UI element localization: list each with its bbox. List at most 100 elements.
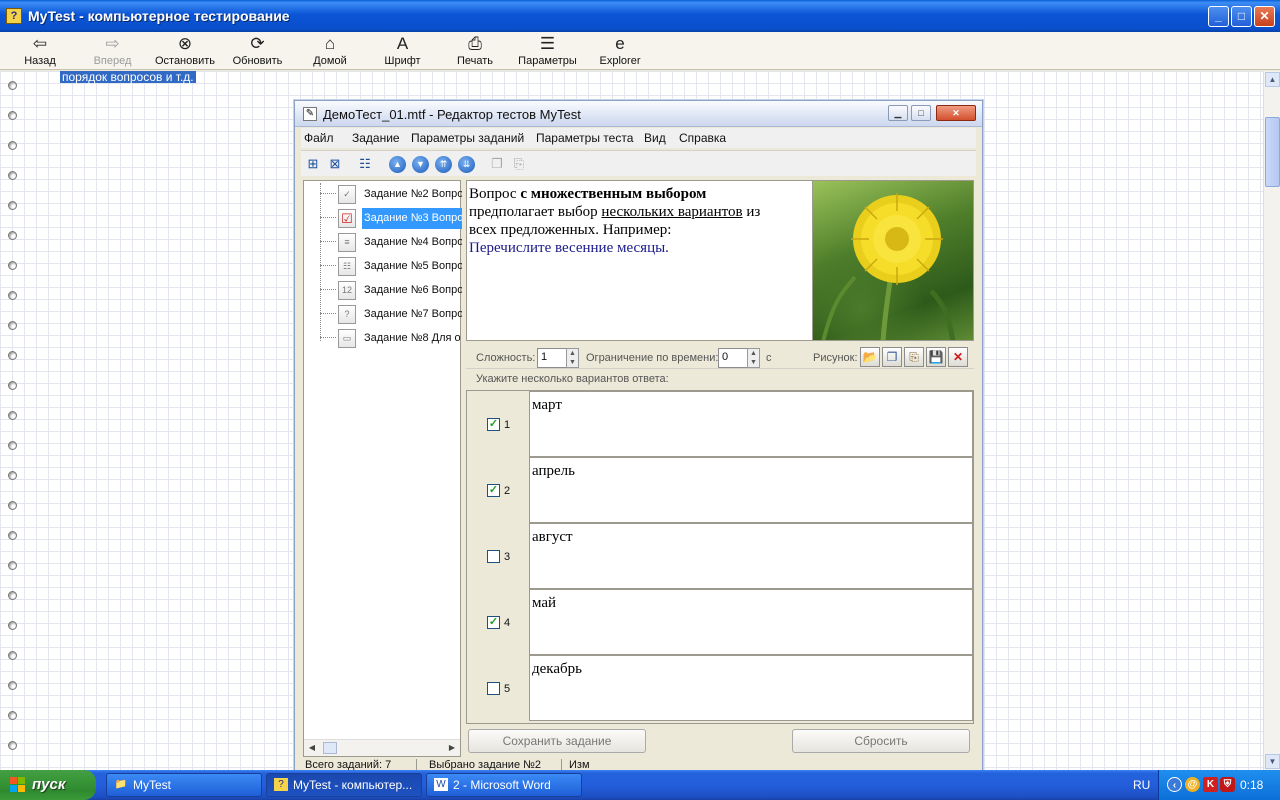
question-image [812,180,974,341]
save-picture-icon[interactable]: 💾 [926,347,946,367]
editor-close-button[interactable]: ✕ [936,105,976,121]
tree-item[interactable]: 12 Задание №6 Вопрос [304,279,462,301]
tree-scroll-thumb[interactable] [323,742,337,754]
multiple-choice-icon: ☑ [338,209,356,228]
add-task-icon[interactable]: ⊞ [303,154,323,174]
dandelion-image [821,193,956,340]
open-folder-icon[interactable]: 📂 [860,347,880,367]
tray-shield-icon[interactable]: ⛨ [1220,777,1235,792]
toolbar-button-settings[interactable]: ☰ Параметры [513,33,583,69]
menu-item-2[interactable]: Параметры заданий [411,131,524,145]
paste-icon[interactable]: ⎘ [509,154,529,174]
toolbar-button-back-arrow[interactable]: ⇦ Назад [5,33,75,69]
scroll-up-icon[interactable]: ▲ [1265,72,1280,87]
menu-item-4[interactable]: Вид [644,131,666,145]
toolbar-button-label: Печать [456,55,494,67]
move-bottom-icon[interactable]: ⇊ [458,156,475,173]
delete-task-icon[interactable]: ⊠ [325,154,345,174]
answer-checkbox[interactable]: ✓ [487,418,500,431]
minimize-button[interactable]: _ [1208,6,1229,27]
start-button[interactable]: пуск [0,770,96,800]
toolbar-button-stop[interactable]: ⊗ Остановить [150,33,220,69]
task-parameters-bar: Сложность: 1 ▲ ▼ Ограничение по времени: … [466,343,974,369]
word-icon: W [434,778,448,791]
toolbar-button-home[interactable]: ⌂ Домой [295,33,365,69]
toolbar-button-printer[interactable]: ⎙ Печать [440,33,510,69]
tree-connector [320,241,336,242]
reset-button[interactable]: Сбросить [792,729,970,753]
answer-text-field[interactable]: март [529,391,973,457]
time-limit-stepper[interactable]: ▲ ▼ [747,348,760,368]
language-indicator[interactable]: RU [1133,778,1150,792]
menu-item-1[interactable]: Задание [352,131,400,145]
save-task-button[interactable]: Сохранить задание [468,729,646,753]
close-button[interactable]: ✕ [1254,6,1275,27]
answer-checkbox[interactable]: ✓ [487,616,500,629]
taskbar-task[interactable]: ? MyTest - компьютер... [266,773,422,797]
toolbar-button-label: Вперед [93,55,132,67]
notebook-hole [8,111,17,120]
time-limit-input[interactable]: 0 [718,348,748,368]
tree-item[interactable]: ☷ Задание №5 Вопрос [304,255,462,277]
tree-horizontal-scrollbar[interactable]: ◀ ▶ [304,739,460,756]
answer-checkbox[interactable]: ✓ [487,484,500,497]
toolbar-button-forward-arrow[interactable]: ⇨ Вперед [78,33,148,69]
notebook-hole [8,651,17,660]
taskbar-task[interactable]: 📁 MyTest [106,773,262,797]
scroll-right-icon[interactable]: ▶ [446,742,458,754]
editor-minimize-button[interactable]: ▁ [888,105,908,121]
single-choice-icon: ✓ [338,185,356,204]
menu-item-3[interactable]: Параметры теста [536,131,633,145]
scrollbar-thumb[interactable] [1265,117,1280,187]
move-top-icon[interactable]: ⇈ [435,156,452,173]
answer-row: ✓ 1 март [467,391,973,457]
notebook-hole [8,261,17,270]
menu-item-0[interactable]: Файл [304,131,334,145]
tree-item[interactable]: ▭ Задание №8 Для о [304,327,462,349]
answer-text-field[interactable]: декабрь [529,655,973,721]
taskbar-task[interactable]: W 2 - Microsoft Word [426,773,582,797]
vertical-scrollbar[interactable]: ▲ ▼ [1263,71,1280,770]
editor-maximize-button[interactable]: □ [911,105,931,121]
tray-at-icon[interactable]: @ [1185,777,1200,792]
tree-item[interactable]: ✓ Задание №2 Вопрос [304,183,462,205]
tray-antivirus-icon[interactable]: K [1203,777,1218,792]
tree-item-label: Задание №2 Вопрос [364,188,462,200]
toolbar-button-font[interactable]: A Шрифт [368,33,438,69]
notebook-hole [8,621,17,630]
scroll-left-icon[interactable]: ◀ [306,742,318,754]
toolbar-button-label: Назад [24,55,56,67]
answer-text-field[interactable]: апрель [529,457,973,523]
tree-item[interactable]: ☑ Задание №3 Вопрос [304,207,462,229]
menu-item-5[interactable]: Справка [679,131,726,145]
toolbar-button-label: Шрифт [384,55,421,67]
answer-checkbox[interactable] [487,550,500,563]
answer-checkbox[interactable] [487,682,500,695]
maximize-button[interactable]: □ [1231,6,1252,27]
tree-item[interactable]: ≡ Задание №4 Вопрос [304,231,462,253]
difficulty-input[interactable]: 1 [537,348,567,368]
tree-item[interactable]: ? Задание №7 Вопрос [304,303,462,325]
notebook-hole [8,501,17,510]
forward-arrow-icon: ⇨ [105,34,120,53]
toolbar-button-refresh[interactable]: ⟳ Обновить [223,33,293,69]
difficulty-stepper[interactable]: ▲ ▼ [566,348,579,368]
question-text-editor[interactable]: Вопрос с множественным выбором предполаг… [466,180,813,341]
answer-text-field[interactable]: май [529,589,973,655]
delete-picture-icon[interactable]: ✕ [948,347,968,367]
copy-picture-icon[interactable]: ❐ [882,347,902,367]
task-tree-icon[interactable]: ☷ [355,154,375,174]
paste-picture-icon[interactable]: ⎘ [904,347,924,367]
tray-arrow-icon[interactable]: ‹ [1167,777,1182,792]
answer-text-field[interactable]: август [529,523,973,589]
copy-icon[interactable]: ❐ [487,154,507,174]
answer-number: 4 [504,617,511,629]
move-up-icon[interactable]: ▲ [389,156,406,173]
scroll-down-icon[interactable]: ▼ [1265,754,1280,769]
tree-connector [320,265,336,266]
picture-label: Рисунок: [813,352,858,364]
toolbar-button-label: Параметры [518,55,577,67]
taskbar-task-label: MyTest - компьютер... [293,778,413,792]
toolbar-button-explorer[interactable]: e Explorer [585,33,655,69]
move-down-icon[interactable]: ▼ [412,156,429,173]
